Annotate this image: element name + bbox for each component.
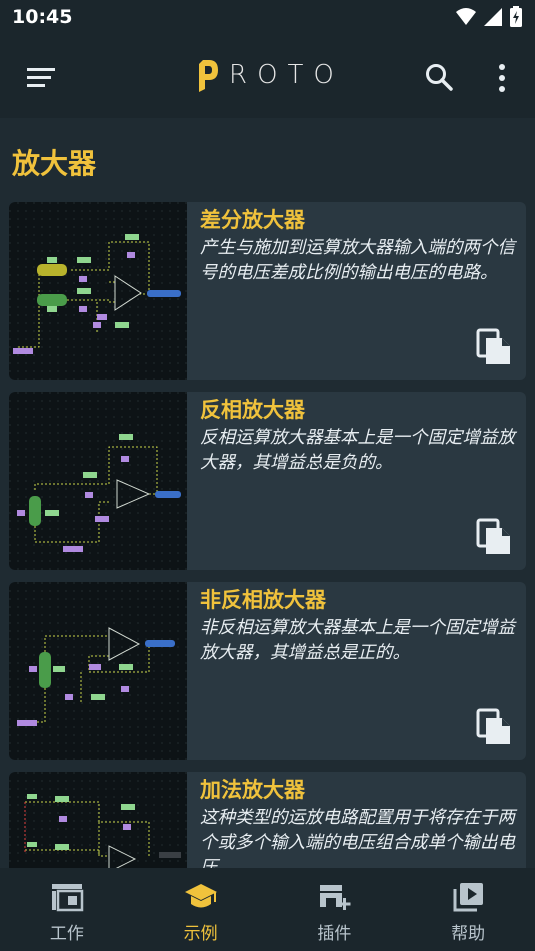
example-card-non-inverting-amplifier[interactable]: 非反相放大器 非反相运算放大器基本上是一个固定增益放大器，其增益总是正的。 (9, 582, 526, 760)
card-title: 非反相放大器 (200, 588, 326, 612)
example-card-differential-amplifier[interactable]: 差分放大器 产生与施加到运算放大器输入端的两个信号的电压差成比例的输出电压的电路… (9, 202, 526, 380)
school-icon (184, 884, 217, 908)
examples-list: 放大器 差分放大器 产生与施加到运算放大器输入端的两个信号的电压差成比例的输出电… (0, 118, 535, 868)
card-title: 反相放大器 (200, 398, 305, 422)
nav-item-examples[interactable]: 示例 (134, 868, 268, 951)
plugin-add-icon (320, 885, 351, 910)
nav-item-help[interactable]: 帮助 (401, 868, 535, 951)
more-options-button[interactable] (488, 62, 516, 94)
menu-button[interactable] (24, 60, 60, 96)
nav-item-workspace[interactable]: 工作 (0, 868, 134, 951)
wifi-icon (456, 8, 476, 25)
circuit-diagram (9, 772, 187, 868)
example-card-inverting-amplifier[interactable]: 反相放大器 反相运算放大器基本上是一个固定增益放大器，其增益总是负的。 (9, 392, 526, 570)
nav-item-plugins[interactable]: 插件 (268, 868, 402, 951)
card-description: 产生与施加到运算放大器输入端的两个信号的电压差成比例的输出电压的电路。 (200, 238, 515, 283)
nav-label: 工作 (49, 924, 84, 944)
card-description: 反相运算放大器基本上是一个固定增益放大器，其增益总是负的。 (200, 428, 515, 473)
search-button[interactable] (424, 62, 456, 94)
app-logo: ROTO (197, 58, 344, 92)
status-time: 10:45 (12, 6, 73, 28)
card-description: 这种类型的运放电路配置用于将存在于两个或多个输入端的电压组合成单个输出电压。 (200, 808, 515, 868)
status-bar: 10:45 (0, 0, 535, 38)
workspace-icon (51, 884, 84, 912)
bottom-navigation: 工作 示例 插件 帮助 (0, 868, 535, 951)
nav-label: 示例 (183, 924, 218, 944)
copy-button[interactable] (476, 328, 512, 366)
battery-icon (510, 6, 522, 27)
circuit-thumbnail (9, 772, 187, 868)
nav-label: 插件 (317, 924, 352, 944)
more-vert-icon (499, 64, 505, 92)
logo-text: ROTO (229, 60, 344, 90)
copy-button[interactable] (476, 708, 512, 746)
card-title: 差分放大器 (200, 208, 305, 232)
circuit-diagram (9, 392, 187, 570)
circuit-thumbnail (9, 392, 187, 570)
video-library-icon (453, 883, 484, 912)
copy-icon (476, 328, 510, 364)
copy-icon (476, 708, 510, 744)
circuit-diagram (9, 582, 187, 760)
app-bar: ROTO (0, 38, 535, 118)
circuit-diagram (9, 202, 187, 380)
section-title: 放大器 (12, 147, 97, 180)
card-title: 加法放大器 (200, 778, 305, 802)
status-icons (455, 6, 523, 28)
copy-icon (476, 518, 510, 554)
circuit-thumbnail (9, 582, 187, 760)
menu-icon (27, 68, 55, 87)
card-description: 非反相运算放大器基本上是一个固定增益放大器，其增益总是正的。 (200, 618, 515, 663)
proto-logo-icon (199, 60, 218, 92)
copy-button[interactable] (476, 518, 512, 556)
search-icon (426, 64, 453, 91)
example-card-summing-amplifier[interactable]: 加法放大器 这种类型的运放电路配置用于将存在于两个或多个输入端的电压组合成单个输… (9, 772, 526, 868)
circuit-thumbnail (9, 202, 187, 380)
nav-label: 帮助 (451, 924, 486, 944)
signal-icon (484, 8, 502, 26)
